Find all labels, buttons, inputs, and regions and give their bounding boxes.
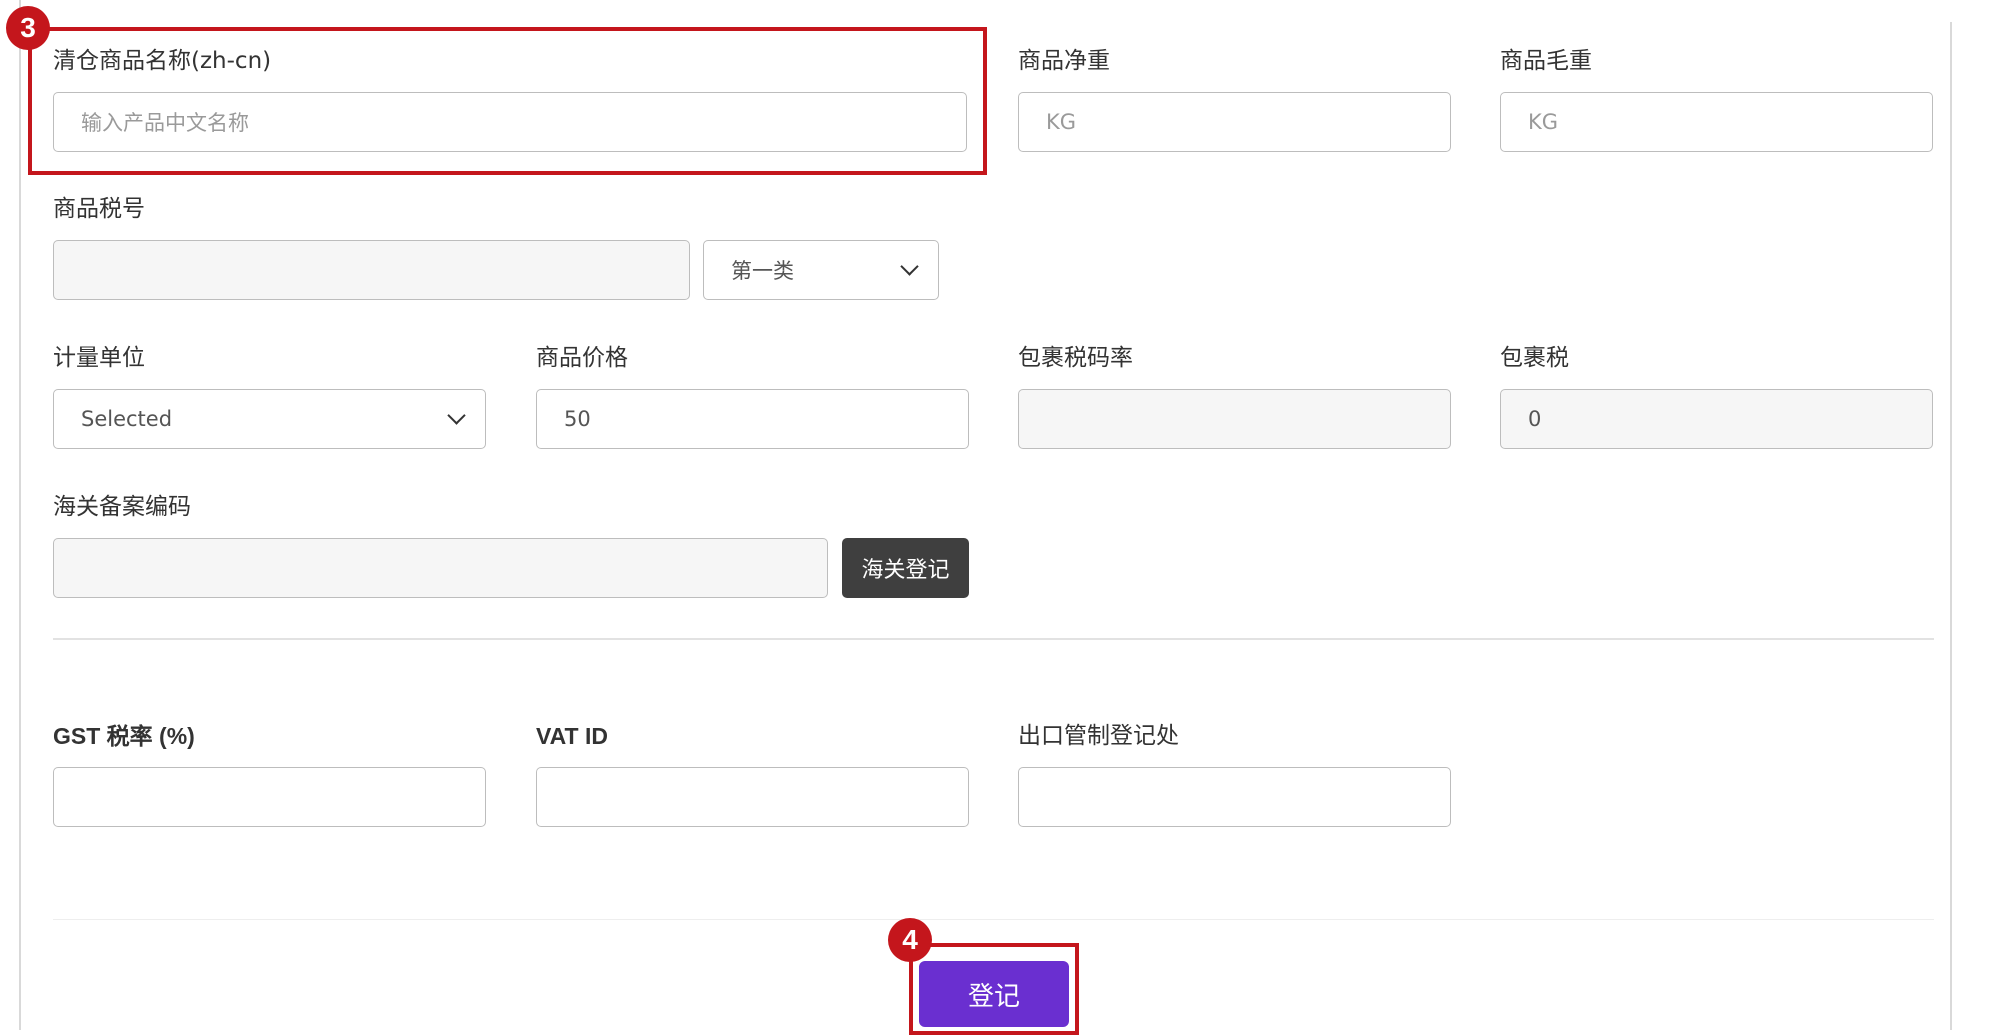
tax-number-label: 商品税号 — [53, 196, 145, 222]
parcel-tax-input: 0 — [1500, 389, 1933, 449]
unit-select[interactable]: Selected — [53, 389, 486, 449]
customs-code-input[interactable] — [53, 538, 828, 598]
panel-left-border — [19, 0, 21, 1030]
customs-register-button[interactable]: 海关登记 — [842, 538, 969, 598]
section-divider — [53, 638, 1934, 640]
unit-selected: Selected — [81, 407, 173, 431]
panel-right-border — [1950, 22, 1952, 1030]
step-4-highlight-box — [909, 943, 1079, 1035]
net-weight-label: 商品净重 — [1018, 48, 1110, 74]
customs-code-label: 海关备案编码 — [53, 494, 191, 520]
chevron-down-icon — [447, 405, 466, 425]
price-input[interactable]: 50 — [536, 389, 969, 449]
parcel-tax-label: 包裹税 — [1500, 345, 1569, 371]
vat-id-input[interactable] — [536, 767, 969, 827]
export-control-label: 出口管制登记处 — [1018, 723, 1179, 749]
parcel-tax-rate-label: 包裹税码率 — [1018, 345, 1133, 371]
footer-divider — [53, 919, 1934, 920]
net-weight-input[interactable]: KG — [1018, 92, 1451, 152]
export-control-input[interactable] — [1018, 767, 1451, 827]
tax-category-select[interactable]: 第一类 — [703, 240, 939, 300]
price-label: 商品价格 — [536, 345, 628, 371]
tax-category-selected: 第一类 — [731, 259, 794, 283]
step-4-badge: 4 — [888, 918, 932, 962]
unit-label: 计量单位 — [53, 345, 145, 371]
gst-rate-label: GST 税率 (%) — [53, 723, 195, 749]
step-3-badge: 3 — [6, 6, 50, 50]
chevron-down-icon — [900, 256, 919, 276]
gross-weight-label: 商品毛重 — [1500, 48, 1592, 74]
parcel-tax-rate-input — [1018, 389, 1451, 449]
tax-number-input[interactable] — [53, 240, 690, 300]
vat-id-label: VAT ID — [536, 723, 608, 749]
step-3-highlight-box — [28, 27, 987, 175]
gross-weight-input[interactable]: KG — [1500, 92, 1933, 152]
gst-rate-input[interactable] — [53, 767, 486, 827]
